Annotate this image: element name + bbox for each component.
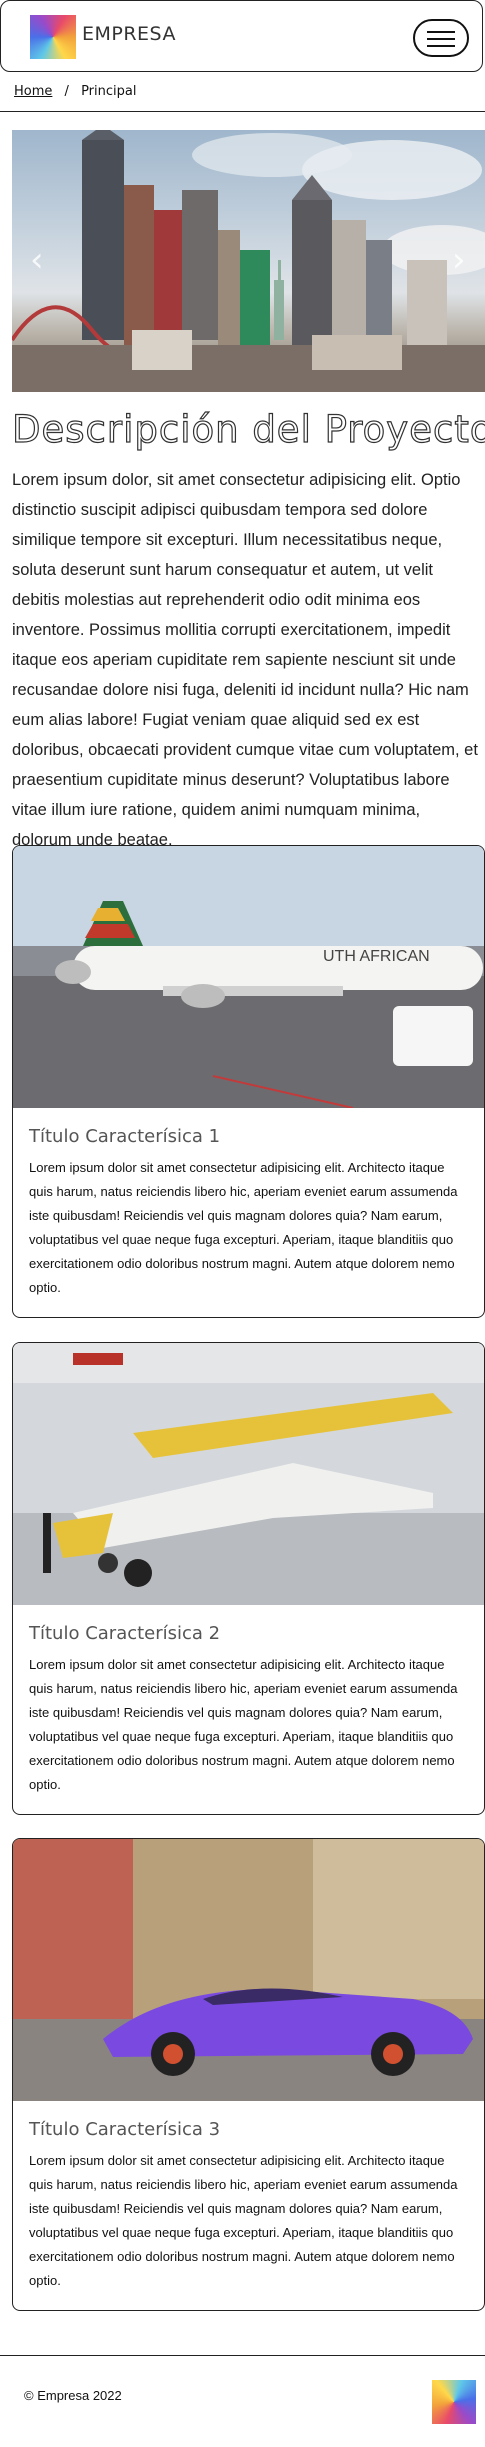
feature-text: Lorem ipsum dolor sit amet consectetur a… (29, 1160, 458, 1295)
breadcrumb: Home / Principal (0, 72, 485, 112)
feature-image-airliner: UTH AFRICAN (13, 846, 484, 1108)
hero-carousel[interactable]: ‹ › (12, 130, 485, 392)
airliner-livery-text: UTH AFRICAN (323, 948, 430, 965)
brand-logo[interactable] (30, 15, 76, 59)
brand-name[interactable]: EMPRESA (82, 23, 176, 45)
feature-title: Título Caracterísica 2 (29, 1623, 221, 1644)
feature-image-sports-car (13, 1839, 484, 2101)
feature-card: Título Caracterísica 2 Lorem ipsum dolor… (12, 1342, 485, 1815)
menu-toggle-button[interactable] (413, 19, 469, 57)
feature-image-propeller-plane (13, 1343, 484, 1605)
chevron-left-icon[interactable]: ‹ (30, 240, 44, 280)
footer-logo[interactable] (432, 2380, 476, 2424)
footer: © Empresa 2022 (0, 2355, 485, 2447)
feature-title: Título Caracterísica 1 (29, 1126, 221, 1147)
breadcrumb-separator: / (64, 84, 69, 99)
feature-card: Título Caracterísica 3 Lorem ipsum dolor… (12, 1838, 485, 2311)
project-description: Lorem ipsum dolor, sit amet consectetur … (12, 471, 478, 849)
feature-card: UTH AFRICAN Título Caracterísica 1 Lorem… (12, 845, 485, 1318)
carousel-slide-image (12, 130, 485, 392)
chevron-right-icon[interactable]: › (452, 240, 466, 280)
hamburger-menu-icon (427, 31, 455, 33)
breadcrumb-current: Principal (81, 84, 137, 99)
project-title: Descripción del Proyecto (11, 407, 485, 451)
feature-title: Título Caracterísica 3 (29, 2119, 221, 2140)
feature-text: Lorem ipsum dolor sit amet consectetur a… (29, 1657, 458, 1792)
breadcrumb-home-link[interactable]: Home (14, 84, 52, 99)
footer-copyright: © Empresa 2022 (24, 2388, 122, 2403)
feature-text: Lorem ipsum dolor sit amet consectetur a… (29, 2153, 458, 2288)
navbar: EMPRESA (0, 0, 483, 72)
